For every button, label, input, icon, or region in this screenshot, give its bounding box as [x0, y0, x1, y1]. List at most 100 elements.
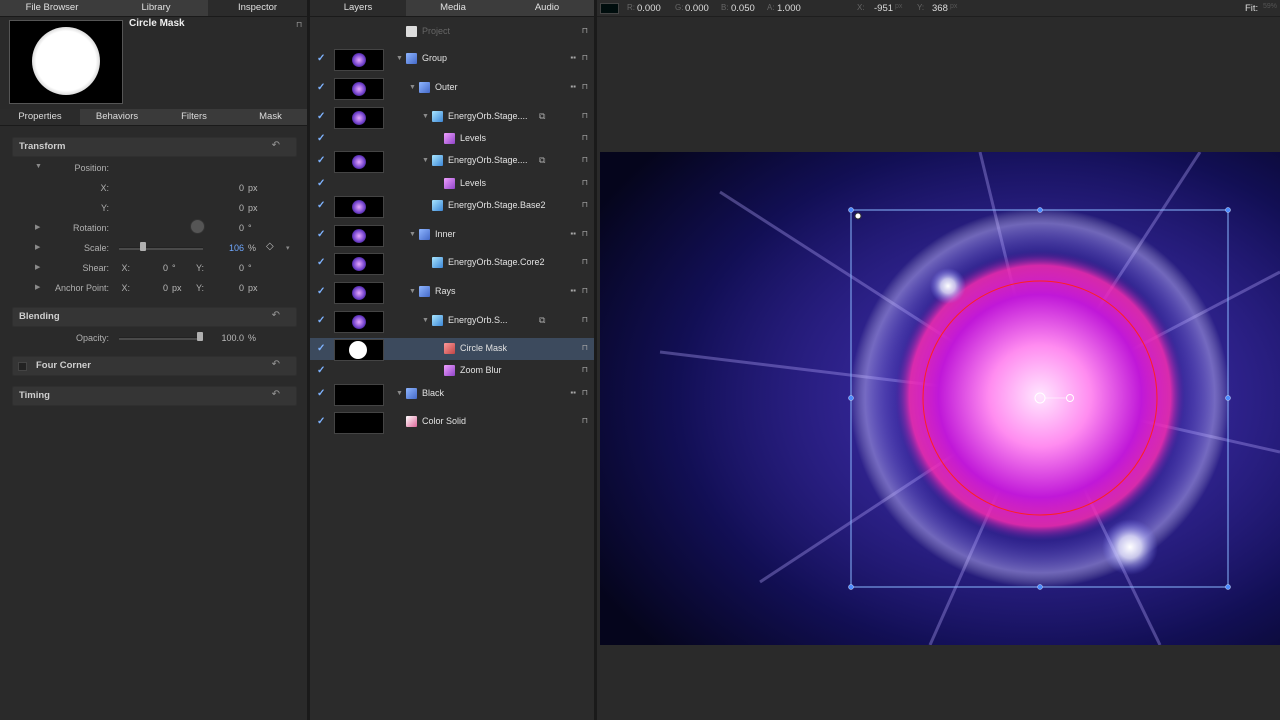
layer-row[interactable]: Project ⊓ — [310, 21, 594, 43]
lock-icon[interactable]: ⊓ — [582, 178, 588, 187]
visibility-checkbox[interactable]: ✓ — [317, 389, 327, 399]
layer-thumbnail — [334, 282, 384, 304]
lock-icon[interactable]: ⊓ — [582, 155, 588, 164]
shear-y-value[interactable]: 0 — [216, 263, 244, 273]
tab-filters[interactable]: Filters — [154, 109, 234, 125]
group-icon[interactable]: ▪▪ — [570, 229, 576, 238]
fit-value[interactable]: 59% — [1263, 3, 1277, 10]
lock-icon[interactable]: ⊓ — [582, 257, 588, 266]
disclosure-open-icon[interactable]: ▼ — [409, 84, 416, 91]
tab-behaviors[interactable]: Behaviors — [80, 109, 154, 125]
keyframe-icon[interactable]: ◇ — [266, 241, 274, 252]
disclosure-open-icon[interactable]: ▼ — [396, 390, 403, 397]
opacity-value[interactable]: 100.0 — [200, 333, 244, 343]
group-icon[interactable]: ▪▪ — [570, 53, 576, 62]
anchor-y-value[interactable]: 0 — [216, 283, 244, 293]
disclosure-open-icon[interactable]: ▼ — [409, 288, 416, 295]
visibility-checkbox[interactable]: ✓ — [317, 156, 327, 166]
layer-row[interactable]: ✓ ▼ Rays ▪▪ ⊓ — [310, 281, 594, 304]
visibility-checkbox[interactable]: ✓ — [317, 201, 327, 211]
four-corner-section-header[interactable]: Four Corner ↶ — [12, 356, 297, 376]
tab-audio[interactable]: Audio — [500, 0, 594, 16]
disclosure-open-icon[interactable]: ▼ — [396, 55, 403, 62]
transform-section-header[interactable]: Transform ↶ — [12, 137, 297, 157]
layer-row[interactable]: ✓ Levels ⊓ — [310, 173, 594, 195]
lock-icon[interactable]: ⊓ — [582, 26, 588, 35]
lock-icon[interactable]: ⊓ — [582, 388, 588, 397]
layer-row[interactable]: ✓ ▼ EnergyOrb.Stage.... ⧉ ⊓ — [310, 150, 594, 173]
layer-row[interactable]: ✓ Levels ⊓ — [310, 128, 594, 150]
lock-icon[interactable]: ⊓ — [582, 416, 588, 425]
origin-handle[interactable] — [854, 212, 862, 220]
layer-row[interactable]: ✓ ▼ Outer ▪▪ ⊓ — [310, 77, 594, 100]
visibility-checkbox[interactable]: ✓ — [317, 230, 327, 240]
enable-checkbox[interactable] — [18, 362, 27, 371]
disclosure-open-icon[interactable]: ▼ — [422, 157, 429, 164]
visibility-checkbox[interactable]: ✓ — [317, 344, 327, 354]
lock-icon[interactable]: ⊓ — [582, 343, 588, 352]
layer-row[interactable]: ✓ ▼ Inner ▪▪ ⊓ — [310, 224, 594, 247]
opacity-slider[interactable] — [119, 337, 203, 340]
timing-section-header[interactable]: Timing ↶ — [12, 386, 297, 406]
group-icon[interactable]: ▪▪ — [570, 286, 576, 295]
visibility-checkbox[interactable]: ✓ — [317, 316, 327, 326]
reset-icon[interactable]: ↶ — [272, 359, 280, 370]
lock-icon[interactable]: ⊓ — [296, 20, 302, 29]
tab-inspector[interactable]: Inspector — [208, 0, 307, 16]
layer-row[interactable]: ✓ Circle Mask ⊓ — [310, 338, 594, 361]
group-icon[interactable]: ▪▪ — [570, 82, 576, 91]
tab-layers[interactable]: Layers — [310, 0, 406, 16]
lock-icon[interactable]: ⊓ — [582, 111, 588, 120]
lock-icon[interactable]: ⊓ — [582, 286, 588, 295]
layer-row[interactable]: ✓ Color Solid ⊓ — [310, 411, 594, 434]
reset-icon[interactable]: ↶ — [272, 140, 280, 151]
lock-icon[interactable]: ⊓ — [582, 229, 588, 238]
layer-row[interactable]: ✓ Zoom Blur ⊓ — [310, 360, 594, 382]
tab-media[interactable]: Media — [406, 0, 500, 16]
layer-row[interactable]: ✓ EnergyOrb.Stage.Base2 ⊓ — [310, 195, 594, 218]
visibility-checkbox[interactable]: ✓ — [317, 287, 327, 297]
lock-icon[interactable]: ⊓ — [582, 53, 588, 62]
disclosure-open-icon[interactable]: ▼ — [422, 317, 429, 324]
mask-preview-thumbnail — [9, 20, 123, 104]
reset-icon[interactable]: ↶ — [272, 389, 280, 400]
chevron-down-icon[interactable]: ▾ — [286, 244, 290, 252]
visibility-checkbox[interactable]: ✓ — [317, 417, 327, 427]
reset-icon[interactable]: ↶ — [272, 310, 280, 321]
blending-section-header[interactable]: Blending ↶ — [12, 307, 297, 327]
scale-value[interactable]: 106 — [200, 243, 244, 253]
tab-file-browser[interactable]: File Browser — [0, 0, 104, 16]
visibility-checkbox[interactable]: ✓ — [317, 83, 327, 93]
layer-stack-icon: ⧉ — [539, 315, 546, 325]
shear-x-value[interactable]: 0 — [140, 263, 168, 273]
layer-row[interactable]: ✓ ▼ EnergyOrb.Stage.... ⧉ ⊓ — [310, 106, 594, 129]
layer-row[interactable]: ✓ ▼ Group ▪▪ ⊓ — [310, 48, 594, 71]
visibility-checkbox[interactable]: ✓ — [317, 366, 327, 376]
visibility-checkbox[interactable]: ✓ — [317, 179, 327, 189]
lock-icon[interactable]: ⊓ — [582, 82, 588, 91]
visibility-checkbox[interactable]: ✓ — [317, 112, 327, 122]
scale-slider[interactable] — [119, 247, 203, 250]
canvas-viewer[interactable] — [600, 152, 1280, 645]
layer-row[interactable]: ✓ EnergyOrb.Stage.Core2 ⊓ — [310, 252, 594, 275]
disclosure-open-icon[interactable]: ▼ — [422, 113, 429, 120]
group-icon[interactable]: ▪▪ — [570, 388, 576, 397]
tab-library[interactable]: Library — [104, 0, 208, 16]
scale-slider-thumb[interactable] — [140, 242, 146, 251]
rotation-value[interactable]: 0 — [200, 223, 244, 233]
layer-row[interactable]: ✓ ▼ Black ▪▪ ⊓ — [310, 383, 594, 406]
position-x-value[interactable]: 0 — [200, 183, 244, 193]
disclosure-open-icon[interactable]: ▼ — [409, 231, 416, 238]
visibility-checkbox[interactable]: ✓ — [317, 258, 327, 268]
lock-icon[interactable]: ⊓ — [582, 365, 588, 374]
anchor-x-value[interactable]: 0 — [140, 283, 168, 293]
position-y-value[interactable]: 0 — [200, 203, 244, 213]
lock-icon[interactable]: ⊓ — [582, 133, 588, 142]
tab-mask[interactable]: Mask — [234, 109, 307, 125]
visibility-checkbox[interactable]: ✓ — [317, 54, 327, 64]
tab-properties[interactable]: Properties — [0, 109, 80, 125]
visibility-checkbox[interactable]: ✓ — [317, 134, 327, 144]
lock-icon[interactable]: ⊓ — [582, 200, 588, 209]
layer-row[interactable]: ✓ ▼ EnergyOrb.S... ⧉ ⊓ — [310, 310, 594, 333]
lock-icon[interactable]: ⊓ — [582, 315, 588, 324]
